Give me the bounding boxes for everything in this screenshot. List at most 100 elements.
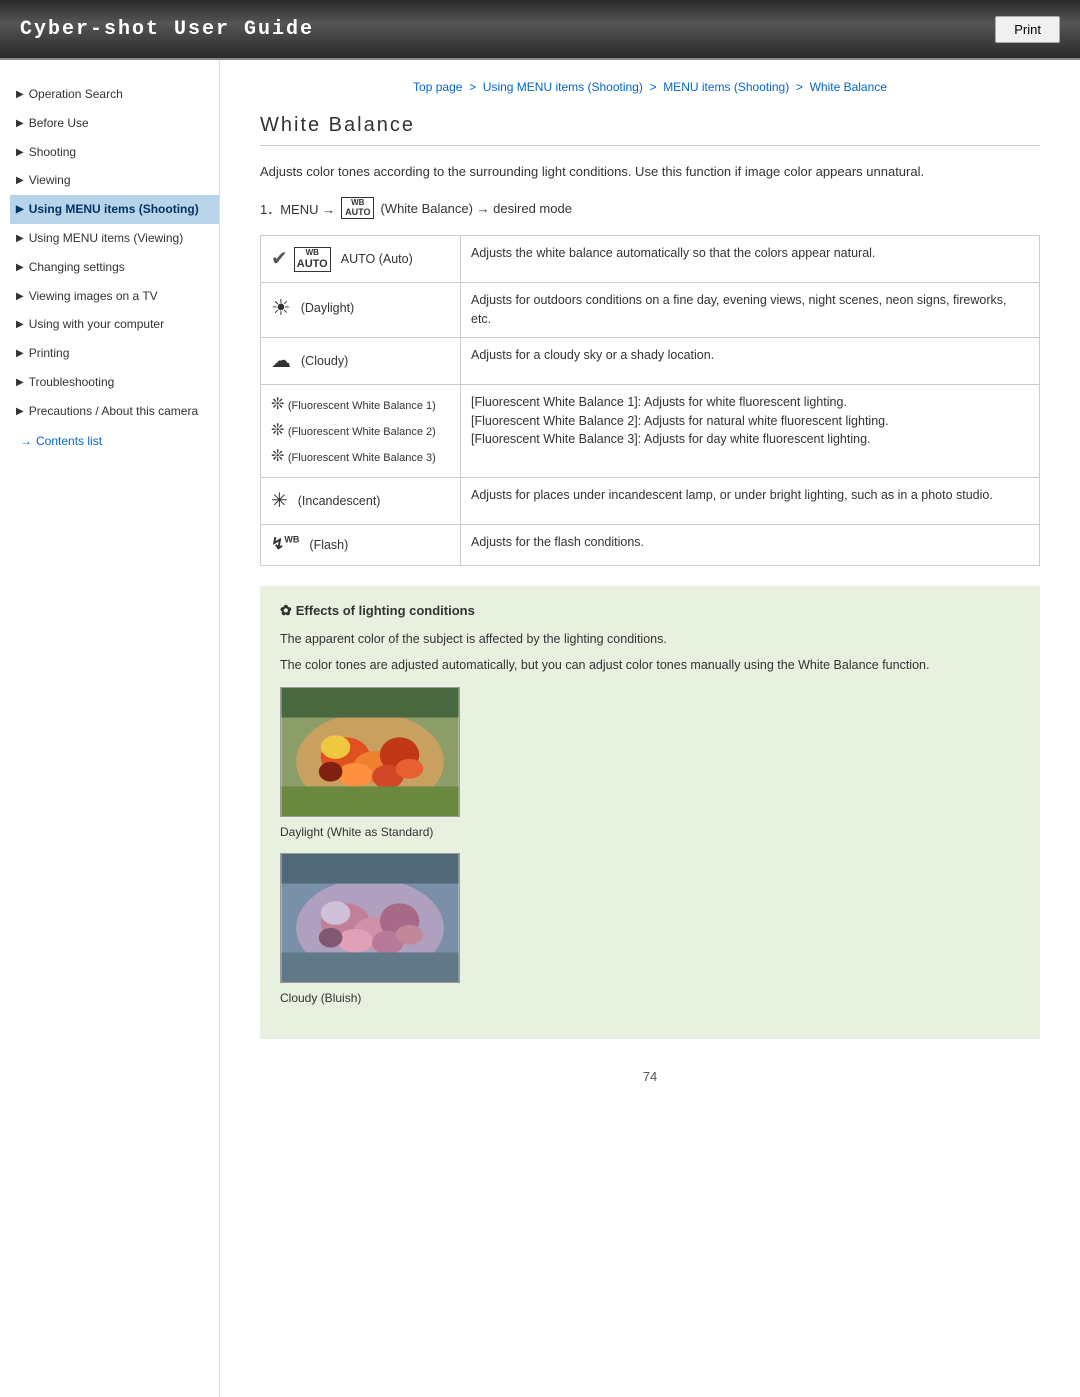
sidebar-arrow-10: ▶ [16, 376, 24, 390]
wb-flash-icon: ↯WB [271, 533, 299, 557]
wb-auto-label: WBAUTO [294, 247, 331, 272]
contents-arrow-icon: → [20, 434, 32, 448]
fluor-label-1: (Fluorescent White Balance 1) [288, 400, 436, 412]
wb-cell-icon-5: ↯WB (Flash) [261, 524, 461, 565]
wb-auto-icon: WB AUTO [341, 197, 374, 220]
main-content: Top page > Using MENU items (Shooting) >… [220, 60, 1080, 1397]
sidebar-label-8: Using with your computer [29, 316, 164, 333]
sidebar-arrow-3: ▶ [16, 174, 24, 188]
sidebar-label-0: Operation Search [29, 86, 123, 103]
note-box: ✿ Effects of lighting conditions The app… [260, 586, 1040, 1039]
wb-cell-desc-0: Adjusts the white balance automatically … [461, 236, 1040, 283]
note-title-text: Effects of lighting conditions [296, 603, 475, 618]
wb-row-label-2: (Cloudy) [301, 352, 348, 371]
sidebar-arrow-4: ▶ [16, 203, 24, 217]
app-title: Cyber-shot User Guide [20, 18, 314, 41]
sidebar-item-9[interactable]: ▶Printing [10, 339, 219, 368]
wb-row-label-5: (Flash) [309, 536, 348, 555]
sidebar-arrow-5: ▶ [16, 232, 24, 246]
wb-table: ✔ WBAUTO AUTO (Auto) Adjusts the white b… [260, 235, 1040, 566]
sidebar-item-10[interactable]: ▶ Troubleshooting [10, 368, 219, 397]
description: Adjusts color tones according to the sur… [260, 162, 1040, 183]
wb-icon-cell-5: ↯WB (Flash) [271, 533, 450, 557]
sidebar-arrow-8: ▶ [16, 318, 24, 332]
step-text: 1．MENU → [260, 199, 335, 218]
table-row-0: ✔ WBAUTO AUTO (Auto) Adjusts the white b… [261, 236, 1040, 283]
wb-cloud-icon: ☁ [271, 346, 291, 376]
wb-cell-desc-4: Adjusts for places under incandescent la… [461, 477, 1040, 524]
sidebar-item-1[interactable]: ▶ Before Use [10, 109, 219, 138]
wb-row-label-4: (Incandescent) [298, 492, 381, 511]
main-layout: ▶Operation Search▶Before Use▶Shooting▶Vi… [0, 60, 1080, 1397]
wb-row-label-1: (Daylight) [301, 299, 355, 318]
header: Cyber-shot User Guide Print [0, 0, 1080, 60]
food-image-daylight [280, 687, 460, 817]
sidebar-label-1: Before Use [29, 115, 89, 132]
table-row-5: ↯WB (Flash) Adjusts for the flash condit… [261, 524, 1040, 565]
wb-sun-icon: ☀ [271, 291, 291, 324]
breadcrumb-step2[interactable]: MENU items (Shooting) [663, 80, 789, 94]
wb-cell-desc-2: Adjusts for a cloudy sky or a shady loca… [461, 337, 1040, 384]
sidebar-item-6[interactable]: ▶ Changing settings [10, 253, 219, 282]
sidebar-item-2[interactable]: ▶Shooting [10, 138, 219, 167]
sidebar-arrow-0: ▶ [16, 88, 24, 102]
fluor-icon-3: ❊ [271, 448, 284, 465]
table-row-1: ☀ (Daylight) Adjusts for outdoors condit… [261, 283, 1040, 338]
fluor-label-3: (Fluorescent White Balance 3) [288, 452, 436, 464]
wb-row-label-0: AUTO (Auto) [341, 250, 413, 269]
note-icon: ✿ [280, 602, 292, 619]
contents-list-link[interactable]: → Contents list [10, 426, 219, 456]
sidebar-label-7: Viewing images on a TV [29, 288, 158, 305]
sidebar-label-2: Shooting [29, 144, 76, 161]
note-title: ✿ Effects of lighting conditions [280, 602, 1020, 619]
breadcrumb-step1[interactable]: Using MENU items (Shooting) [483, 80, 643, 94]
sidebar: ▶Operation Search▶Before Use▶Shooting▶Vi… [0, 60, 220, 1397]
sidebar-item-4[interactable]: ▶ Using MENU items (Shooting) [10, 195, 219, 224]
breadcrumb-top[interactable]: Top page [413, 80, 462, 94]
sidebar-arrow-7: ▶ [16, 290, 24, 304]
sidebar-item-5[interactable]: ▶Using MENU items (Viewing) [10, 224, 219, 253]
sidebar-item-3[interactable]: ▶ Viewing [10, 166, 219, 195]
sidebar-arrow-1: ▶ [16, 117, 24, 131]
sidebar-label-4: Using MENU items (Shooting) [29, 201, 199, 218]
wb-cell-icon-2: ☁ (Cloudy) [261, 337, 461, 384]
wb-cell-icon-4: ✳ (Incandescent) [261, 477, 461, 524]
wb-icon-cell-4: ✳ (Incandescent) [271, 486, 450, 516]
wb-icon-cell-0: ✔ WBAUTO AUTO (Auto) [271, 244, 450, 274]
contents-list-label: Contents list [36, 434, 102, 448]
food-image-cloudy [280, 853, 460, 983]
step-instruction: 1．MENU → WB AUTO (White Balance) → desir… [260, 197, 1040, 220]
sidebar-item-11[interactable]: ▶Precautions / About this camera [10, 397, 219, 426]
sidebar-item-7[interactable]: ▶ Viewing images on a TV [10, 282, 219, 311]
fluor-label-2: (Fluorescent White Balance 2) [288, 426, 436, 438]
step-wb-sub: (White Balance) → desired mode [380, 201, 571, 216]
wb-cell-icon-3: ❊ (Fluorescent White Balance 1) ❊ (Fluor… [261, 384, 461, 477]
caption-daylight: Daylight (White as Standard) [280, 825, 1020, 839]
wb-check-icon: ✔ [271, 244, 288, 274]
sidebar-item-0[interactable]: ▶ Operation Search [10, 80, 219, 109]
note-text-1: The apparent color of the subject is aff… [280, 629, 1020, 649]
table-row-2: ☁ (Cloudy) Adjusts for a cloudy sky or a… [261, 337, 1040, 384]
fluor-icon-1: ❊ [271, 396, 284, 413]
sidebar-label-11: Precautions / About this camera [29, 403, 198, 420]
caption-cloudy: Cloudy (Bluish) [280, 991, 1020, 1005]
wb-cell-desc-3: [Fluorescent White Balance 1]: Adjusts f… [461, 384, 1040, 477]
wb-icon-cell-1: ☀ (Daylight) [271, 291, 450, 324]
wb-cell-desc-1: Adjusts for outdoors conditions on a fin… [461, 283, 1040, 338]
wb-incandescent-icon: ✳ [271, 486, 288, 516]
sidebar-label-10: Troubleshooting [29, 374, 115, 391]
print-button[interactable]: Print [995, 16, 1060, 43]
sidebar-label-3: Viewing [29, 172, 71, 189]
wb-cell-icon-1: ☀ (Daylight) [261, 283, 461, 338]
sidebar-label-6: Changing settings [29, 259, 125, 276]
table-row-3: ❊ (Fluorescent White Balance 1) ❊ (Fluor… [261, 384, 1040, 477]
fluor-icon-2: ❊ [271, 422, 284, 439]
sidebar-arrow-6: ▶ [16, 261, 24, 275]
sidebar-item-8[interactable]: ▶ Using with your computer [10, 310, 219, 339]
page-number: 74 [260, 1069, 1040, 1084]
sidebar-arrow-9: ▶ [16, 347, 24, 361]
note-text-2: The color tones are adjusted automatical… [280, 655, 1020, 675]
breadcrumb-step3[interactable]: White Balance [810, 80, 887, 94]
wb-cell-icon-0: ✔ WBAUTO AUTO (Auto) [261, 236, 461, 283]
wb-cell-desc-5: Adjusts for the flash conditions. [461, 524, 1040, 565]
